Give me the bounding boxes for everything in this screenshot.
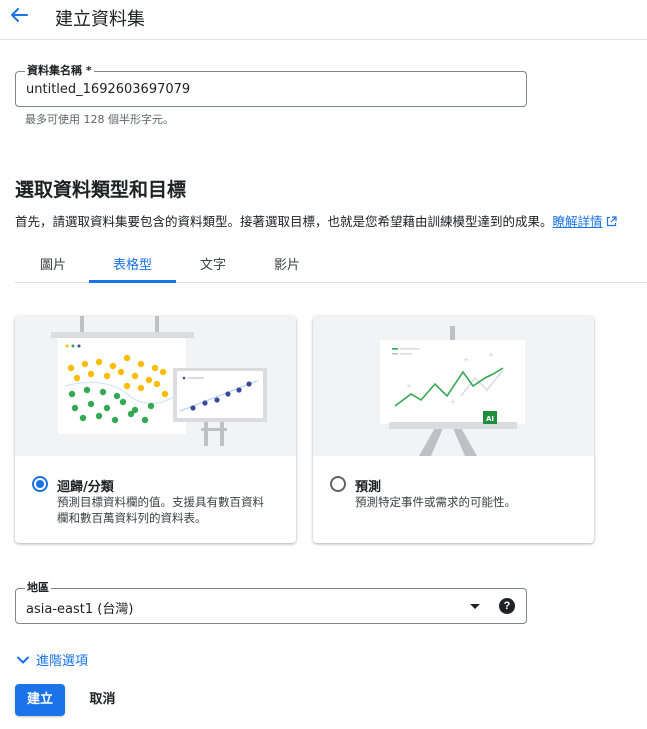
forecasting-description: 預測特定事件或需求的可能性。 <box>355 494 516 510</box>
back-button[interactable] <box>6 2 32 28</box>
regression-description-line1: 預測目標資料欄的值。支援具有數百資料 <box>57 495 264 509</box>
tab-video[interactable]: 影片 <box>274 254 300 273</box>
tab-tabular[interactable]: 表格型 <box>113 254 152 273</box>
section-description: 首先，請選取資料集要包含的資料類型。接著選取目標，也就是您希望藉由訓練模型達到的… <box>15 211 617 230</box>
section-description-text: 首先，請選取資料集要包含的資料類型。接著選取目標，也就是您希望藉由訓練模型達到的… <box>15 214 553 229</box>
section-title: 選取資料類型和目標 <box>15 179 187 201</box>
help-icon[interactable]: ? <box>499 598 515 614</box>
create-button[interactable]: 建立 <box>15 684 65 716</box>
open-in-new-icon[interactable] <box>606 216 617 227</box>
advanced-options-label: 進階選項 <box>36 654 89 669</box>
active-tab-indicator <box>89 280 176 283</box>
forecasting-illustration: + + + + AI <box>313 316 594 456</box>
dataset-name-label: 資料集名稱 * <box>25 64 94 78</box>
regression-description: 預測目標資料欄的值。支援具有數百資料 欄和數百萬資料列的資料表。 <box>57 494 264 526</box>
forecasting-description-line1: 預測特定事件或需求的可能性。 <box>355 495 516 509</box>
region-select[interactable]: 地區 asia-east1 (台灣) ? <box>15 581 527 624</box>
dataset-name-input[interactable]: untitled_1692603697079 <box>26 82 190 97</box>
forecasting-radio[interactable] <box>330 476 346 492</box>
dropdown-arrow-icon[interactable] <box>470 604 480 609</box>
learn-more-link[interactable]: 瞭解詳情 <box>553 214 603 229</box>
svg-text:+: + <box>463 356 469 364</box>
regression-description-line2: 欄和數百萬資料列的資料表。 <box>57 511 207 525</box>
ai-badge: AI <box>486 415 494 423</box>
regression-title: 迴歸/分類 <box>57 480 114 495</box>
advanced-options-toggle[interactable]: 進階選項 <box>15 650 88 669</box>
data-type-tabs: 圖片 表格型 文字 影片 <box>15 245 647 283</box>
tab-image[interactable]: 圖片 <box>40 254 66 273</box>
app-header: 建立資料集 <box>0 0 647 40</box>
svg-text:+: + <box>488 351 494 359</box>
page-title: 建立資料集 <box>55 9 145 30</box>
tab-text[interactable]: 文字 <box>200 254 226 273</box>
region-label: 地區 <box>25 581 51 595</box>
dataset-name-field[interactable]: 資料集名稱 * untitled_1692603697079 <box>15 64 527 107</box>
cancel-button[interactable]: 取消 <box>80 684 125 716</box>
dataset-name-hint: 最多可使用 128 個半形字元。 <box>25 113 174 126</box>
svg-text:+: + <box>450 398 456 406</box>
region-value[interactable]: asia-east1 (台灣) <box>26 598 133 617</box>
objective-card-regression[interactable]: 迴歸/分類 預測目標資料欄的值。支援具有數百資料 欄和數百萬資料列的資料表。 <box>15 316 296 543</box>
chevron-down-icon <box>17 656 29 663</box>
forecasting-title: 預測 <box>355 480 382 495</box>
arrow-back-icon <box>11 8 28 22</box>
regression-illustration <box>15 316 296 456</box>
regression-radio[interactable] <box>32 476 48 492</box>
svg-text:+: + <box>406 382 412 390</box>
objective-card-forecasting[interactable]: + + + + AI 預測 預測特定事件或需求的可能性。 <box>313 316 594 543</box>
